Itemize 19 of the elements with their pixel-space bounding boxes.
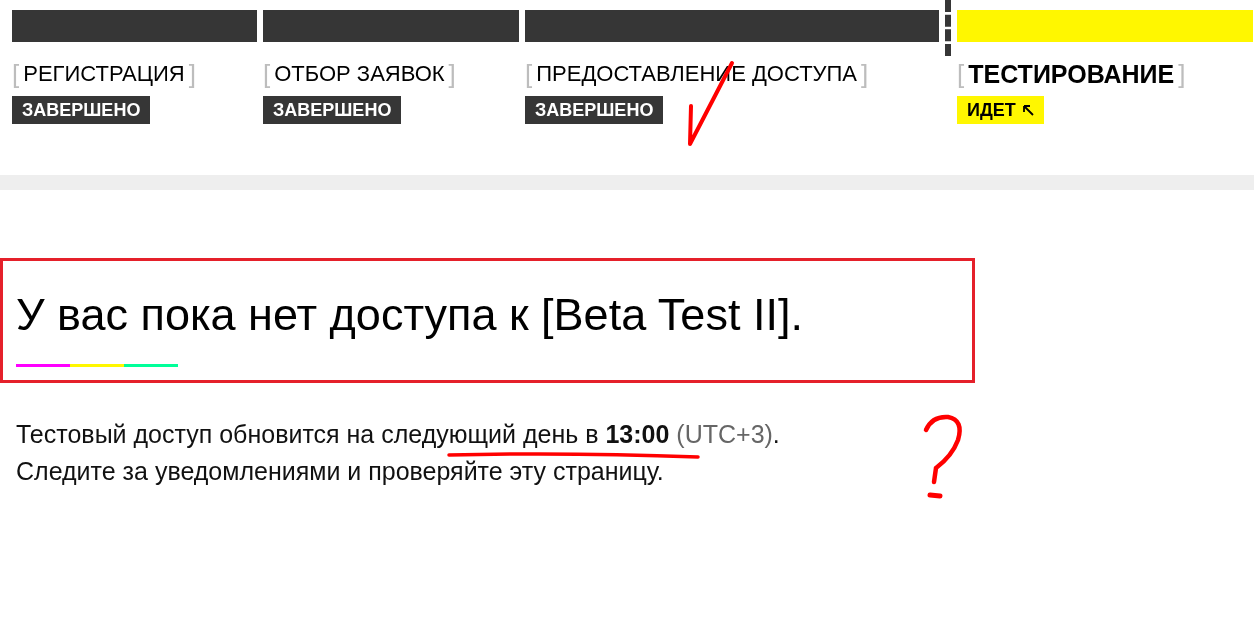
bracket: ] [188, 60, 196, 88]
bracket: ] [1178, 60, 1186, 88]
stage-label: ТЕСТИРОВАНИЕ [968, 60, 1175, 88]
stage-label: ОТБОР ЗАЯВОК [274, 60, 445, 88]
status-badge: ЗАВЕРШЕНО [12, 96, 151, 124]
bracket: ] [448, 60, 456, 88]
status-badge: ЗАВЕРШЕНО [263, 96, 402, 124]
bracket: ] [861, 60, 869, 88]
status-badge: ИДЕТ [957, 96, 1044, 124]
bracket: [ [263, 60, 271, 88]
notice-text: Следите за уведомлениями и проверяйте эту страницу. [16, 457, 664, 485]
notice-text: Тестовый доступ обновится на следующий день в 13:00 (UTC+3). [16, 420, 780, 448]
bracket: [ [957, 60, 965, 88]
arrow-up-left-icon [1021, 104, 1034, 116]
page-heading: У вас пока нет доступа к [Beta Test II]. [16, 288, 804, 342]
status-badge: ЗАВЕРШЕНО [525, 96, 664, 124]
bracket: [ [525, 60, 533, 88]
bracket: [ [12, 60, 20, 88]
stage-label: РЕГИСТРАЦИЯ [23, 60, 185, 88]
